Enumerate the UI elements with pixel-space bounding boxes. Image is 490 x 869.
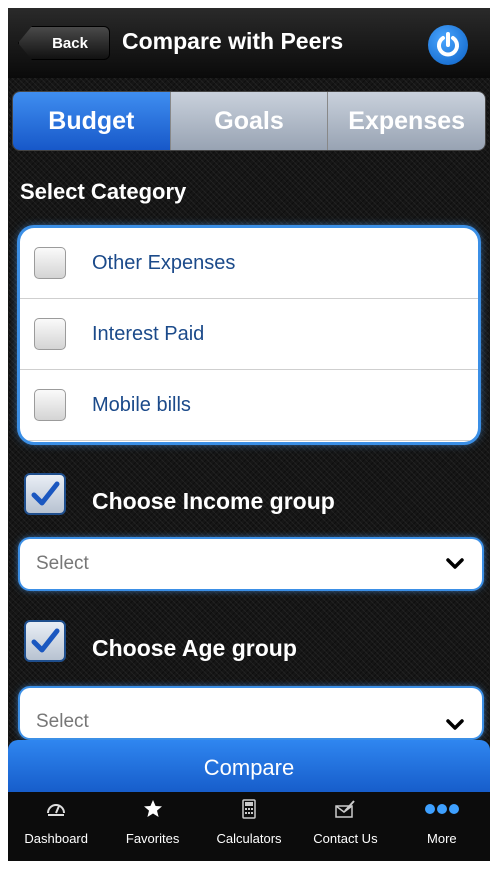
dashboard-icon [47,804,66,816]
more-icon [424,804,459,814]
app-screen: Back Compare with Peers Budget Goals Exp… [8,8,490,861]
age-group-label: Choose Age group [92,634,297,661]
age-select-value: Select [36,711,89,732]
list-item[interactable]: Other Expenses [20,228,478,299]
tab-budget[interactable]: Budget [13,92,170,150]
income-group-row: Choose Income group [24,472,484,516]
checkmark-icon [31,628,60,653]
category-label: Interest Paid [92,322,205,345]
tab-expenses[interactable]: Expenses [327,92,485,150]
select-category-heading: Select Category [20,179,187,204]
category-label: Other Expenses [92,251,236,274]
income-group-select[interactable]: Select [20,539,482,589]
tab-contact-us[interactable]: Contact Us [297,792,393,861]
segmented-control: Budget Goals Expenses [12,91,486,151]
tab-label: More [427,831,457,846]
contact-icon [335,800,356,818]
income-group-label: Choose Income group [92,487,335,514]
list-item[interactable]: Interest Paid [20,299,478,370]
checkbox-interest-paid[interactable] [34,318,66,350]
tab-label: Calculators [216,831,282,846]
tab-calculators[interactable]: Calculators [201,792,297,861]
calculator-icon [242,799,256,819]
tab-label: Favorites [125,831,180,846]
tab-favorites[interactable]: Favorites [104,792,200,861]
nav-bar: Back Compare with Peers [8,8,490,78]
chevron-down-icon [446,558,464,569]
checkbox-mobile-bills[interactable] [34,389,66,421]
tab-goals[interactable]: Goals [169,92,328,150]
tab-label: Contact Us [313,831,378,846]
power-button[interactable] [428,25,468,65]
back-button[interactable]: Back [18,26,110,60]
income-group-checkbox[interactable] [24,473,66,515]
age-group-select[interactable]: Select [20,688,482,738]
list-item[interactable]: Mobile bills [20,370,478,441]
age-group-checkbox[interactable] [24,620,66,662]
checkmark-icon [31,481,60,506]
checkbox-other-expenses[interactable] [34,247,66,279]
tab-bar: Dashboard Favorites Calculators Contact … [8,792,490,861]
star-icon [143,800,162,817]
power-icon [437,32,459,57]
category-label: Mobile bills [92,393,191,416]
tab-label: Dashboard [24,831,88,846]
category-list[interactable]: Other Expenses Interest Paid Mobile bill… [20,228,478,442]
tab-dashboard[interactable]: Dashboard [8,792,104,861]
compare-label: Compare [203,755,295,780]
tab-more[interactable]: More [394,792,490,861]
compare-button[interactable]: Compare [8,740,490,800]
page-title: Compare with Peers [122,28,344,54]
chevron-down-icon [446,719,464,730]
income-select-value: Select [36,553,89,574]
age-group-row: Choose Age group [24,619,484,663]
